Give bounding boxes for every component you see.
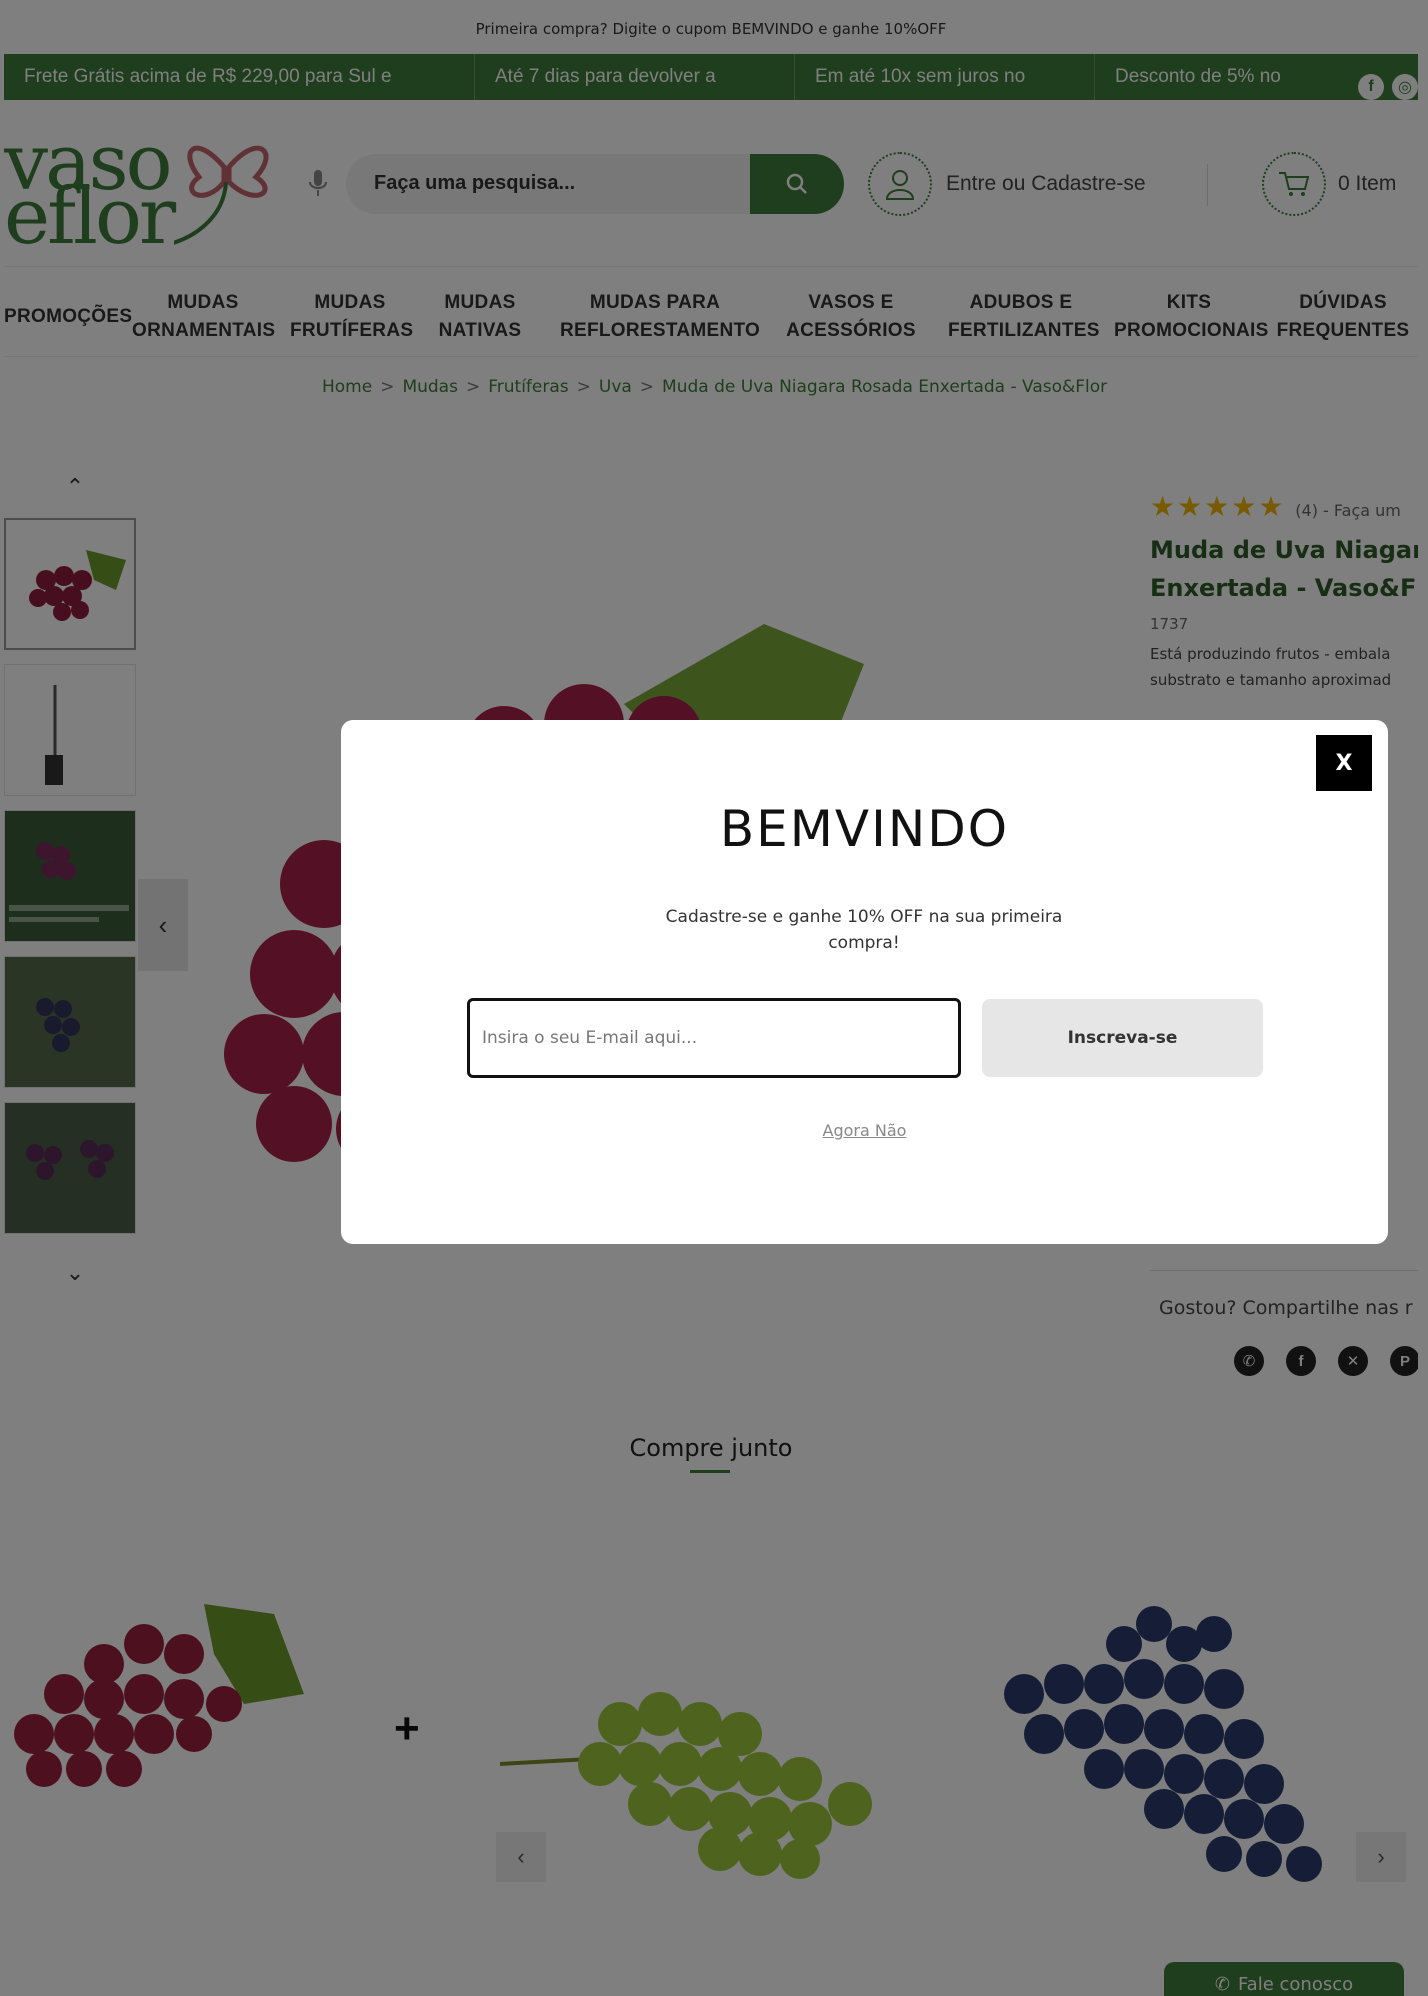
modal-close-button[interactable]: X [1316,735,1372,791]
not-now-link[interactable]: Agora Não [341,1121,1388,1140]
modal-subtitle: Cadastre-se e ganhe 10% OFF na sua prime… [665,907,1063,953]
modal-title: BEMVINDO [719,800,1010,858]
subscribe-button[interactable]: Inscreva-se [982,999,1263,1077]
newsletter-modal: X BEMVINDO Cadastre-se e ganhe 10% OFF n… [341,720,1388,1244]
email-input[interactable] [467,998,961,1078]
